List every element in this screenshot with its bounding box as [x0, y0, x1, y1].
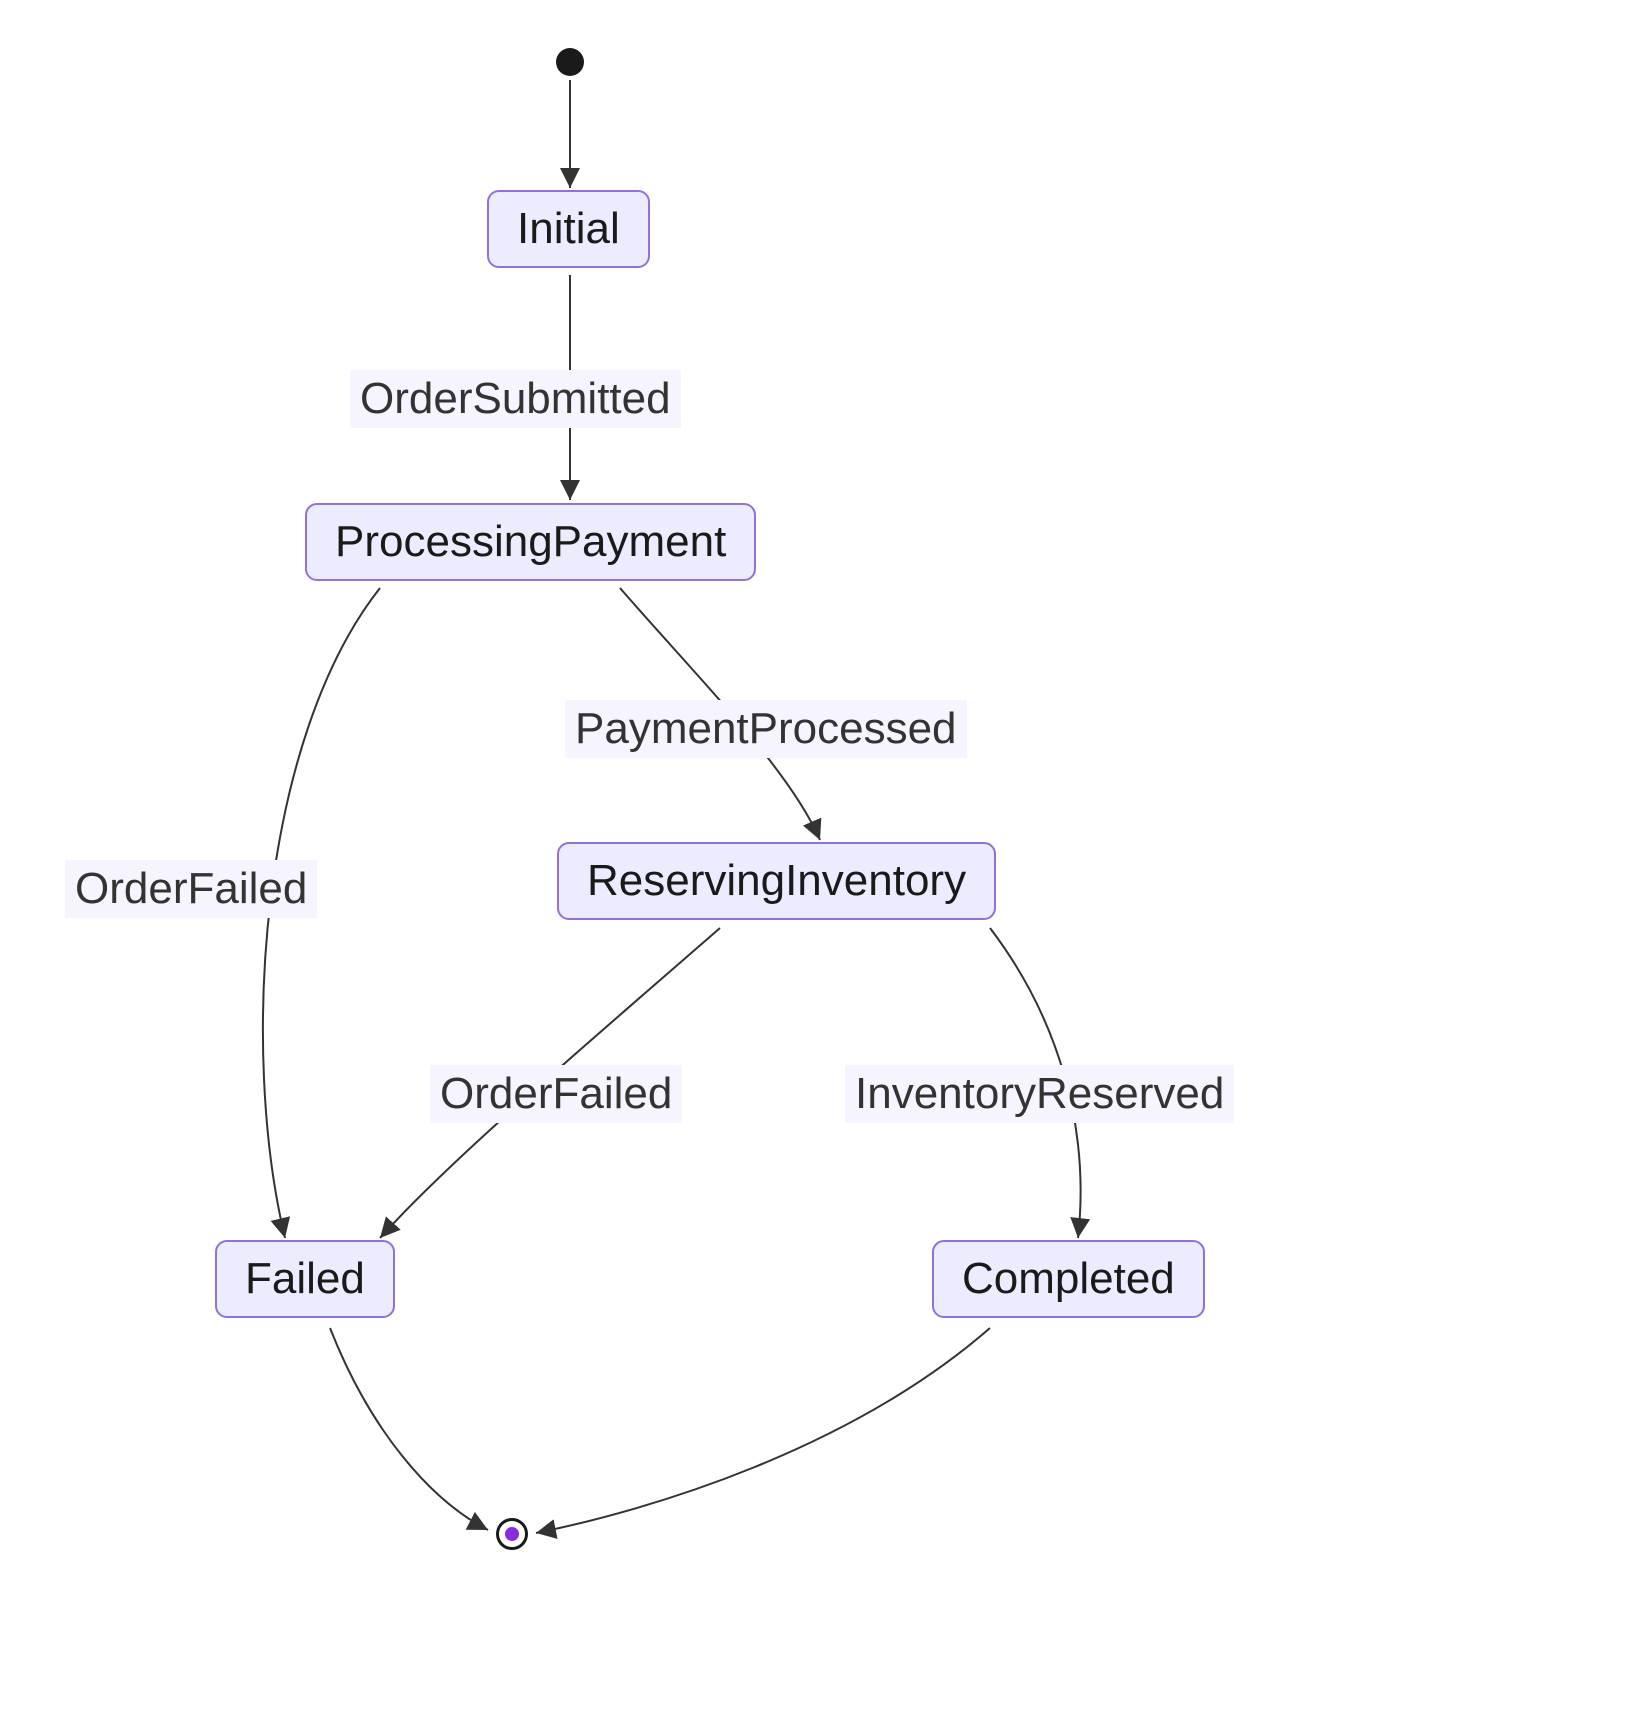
state-completed: Completed [932, 1240, 1205, 1318]
state-label: Initial [517, 204, 620, 254]
state-failed: Failed [215, 1240, 395, 1318]
end-node [496, 1518, 528, 1550]
edge-label-order-submitted: OrderSubmitted [350, 370, 681, 428]
state-label: Completed [962, 1254, 1175, 1304]
state-initial: Initial [487, 190, 650, 268]
state-reserving-inventory: ReservingInventory [557, 842, 996, 920]
edge-label-payment-processed: PaymentProcessed [565, 700, 967, 758]
state-label: ReservingInventory [587, 856, 966, 906]
state-diagram: Initial ProcessingPayment ReservingInven… [0, 0, 1633, 1728]
state-label: ProcessingPayment [335, 517, 726, 567]
edge-label-inventory-reserved: InventoryReserved [845, 1065, 1234, 1123]
end-node-inner [505, 1527, 519, 1541]
state-label: Failed [245, 1254, 365, 1304]
state-processing-payment: ProcessingPayment [305, 503, 756, 581]
edge-label-order-failed-2: OrderFailed [430, 1065, 682, 1123]
start-node [556, 48, 584, 76]
edge-label-order-failed-1: OrderFailed [65, 860, 317, 918]
